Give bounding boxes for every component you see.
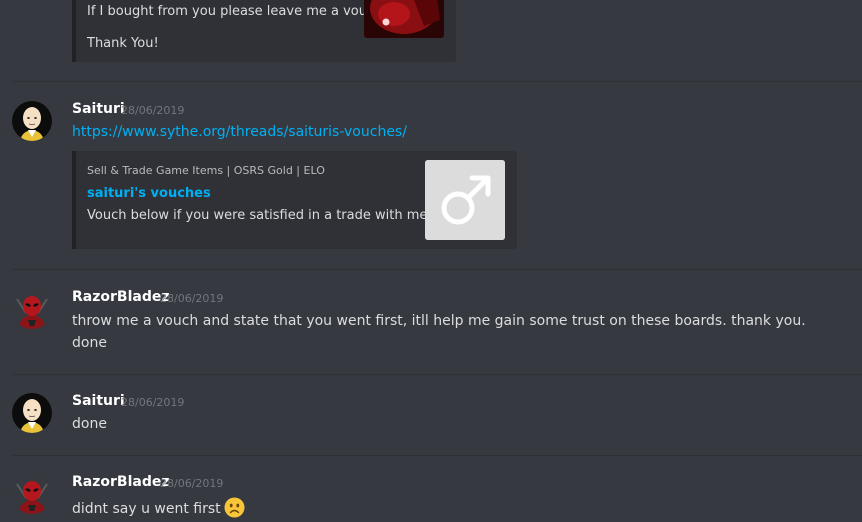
- link-embed: Sell & Trade Game Items | OSRS Gold | EL…: [72, 151, 517, 249]
- message-divider: [12, 81, 862, 82]
- vouch-thread-link[interactable]: https://www.sythe.org/threads/saituris-v…: [72, 124, 407, 140]
- embed-provider[interactable]: Sell & Trade Game Items | OSRS Gold | EL…: [87, 164, 325, 177]
- username[interactable]: Saituri: [72, 101, 125, 117]
- message-text: throw me a vouch and state that you went…: [72, 313, 806, 329]
- message-text-row: didnt say u went first: [72, 497, 245, 518]
- deadpool-avatar-icon: [12, 289, 52, 329]
- message-divider: [12, 455, 862, 456]
- timestamp: 28/06/2019: [160, 292, 224, 305]
- frowning-face-emoji-icon[interactable]: [224, 497, 245, 518]
- message-text: done: [72, 416, 107, 432]
- embed-description: Vouch below if you were satisfied in a t…: [87, 208, 452, 223]
- male-symbol-icon: [425, 160, 505, 240]
- timestamp: 28/06/2019: [160, 477, 224, 490]
- deadpool-avatar-icon: [12, 474, 52, 514]
- embed-line: If I bought from you please leave me a v…: [87, 4, 387, 19]
- username[interactable]: Saituri: [72, 393, 125, 409]
- saitama-avatar-icon: [12, 393, 52, 433]
- embed-thumbnail[interactable]: [425, 160, 505, 240]
- avatar-razorbladez[interactable]: [12, 289, 52, 329]
- saitama-avatar-icon: [12, 101, 52, 141]
- avatar-razorbladez[interactable]: [12, 474, 52, 514]
- message-text: didnt say u went first: [72, 501, 221, 517]
- previous-embed: If I bought from you please leave me a v…: [72, 0, 456, 62]
- embed-thumbnail[interactable]: [364, 0, 444, 38]
- embed-title[interactable]: saituri's vouches: [87, 186, 211, 201]
- timestamp: 28/06/2019: [121, 104, 185, 117]
- avatar-saituri[interactable]: [12, 101, 52, 141]
- username[interactable]: RazorBladez: [72, 474, 169, 490]
- username[interactable]: RazorBladez: [72, 289, 169, 305]
- message-divider: [12, 374, 862, 375]
- message-divider: [12, 269, 862, 270]
- embed-line: Thank You!: [87, 36, 159, 51]
- message-text: done: [72, 335, 107, 351]
- avatar-saituri[interactable]: [12, 393, 52, 433]
- timestamp: 28/06/2019: [121, 396, 185, 409]
